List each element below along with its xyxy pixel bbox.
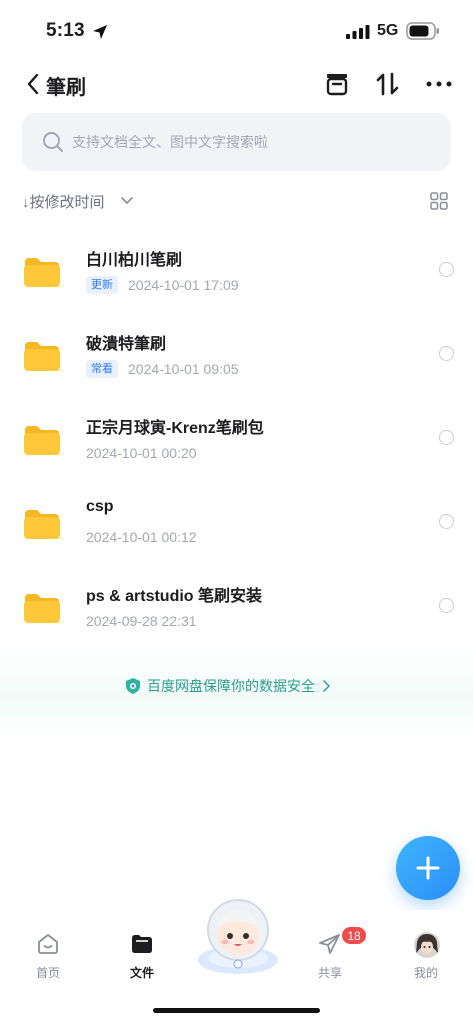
- file-list-item[interactable]: 正宗月球寅-Krenz笔刷包 2024-10-01 00:20: [0, 402, 473, 482]
- file-list-item[interactable]: 破潰特筆刷 常看 2024-10-01 09:05: [0, 318, 473, 398]
- folder-icon: [24, 426, 60, 455]
- file-name: 正宗月球寅-Krenz笔刷包: [86, 420, 264, 437]
- search-box[interactable]: [22, 113, 451, 171]
- tab-files[interactable]: 文件: [107, 930, 177, 990]
- signal-icon: [346, 25, 370, 39]
- file-modified-time: 2024-10-01 00:20: [86, 445, 197, 461]
- network-label: 5G: [377, 22, 399, 39]
- file-modified-time: 2024-10-01 09:05: [128, 361, 239, 377]
- select-radio[interactable]: [439, 346, 454, 361]
- status-bar: 5:13 5G: [0, 0, 473, 60]
- folder-icon: [132, 935, 152, 953]
- tab-label: 我的: [413, 966, 438, 980]
- file-modified-time: 2024-10-01 17:09: [128, 277, 239, 293]
- tab-label: 共享: [317, 966, 342, 980]
- paper-plane-icon: [319, 934, 340, 954]
- file-name: 破潰特筆刷: [86, 336, 167, 353]
- folder-icon: [24, 342, 60, 371]
- more-dots-icon[interactable]: [425, 70, 453, 98]
- sort-by-modified-button[interactable]: ↓按修改时间: [22, 191, 105, 212]
- file-name: 白川柏川笔刷: [86, 252, 183, 269]
- back-chevron-icon[interactable]: [24, 71, 42, 97]
- tab-home[interactable]: 首页: [13, 930, 83, 990]
- sort-arrows-icon[interactable]: [374, 70, 402, 98]
- status-time: 5:13: [46, 20, 85, 41]
- file-modified-time: 2024-10-01 00:12: [86, 529, 197, 545]
- battery-icon: [406, 22, 439, 40]
- file-modified-time: 2024-09-28 22:31: [86, 613, 197, 629]
- add-button[interactable]: [396, 836, 460, 900]
- avatar[interactable]: [414, 932, 440, 958]
- nav-header: 筆刷: [0, 62, 473, 106]
- select-radio[interactable]: [439, 430, 454, 445]
- file-list-item[interactable]: csp 2024-10-01 00:12: [0, 486, 473, 566]
- file-list-item[interactable]: 白川柏川笔刷 更新 2024-10-01 17:09: [0, 234, 473, 314]
- location-arrow-icon: [93, 25, 107, 39]
- security-text: 百度网盘保障你的数据安全: [147, 678, 315, 694]
- security-banner: 百度网盘保障你的数据安全: [0, 648, 473, 738]
- chevron-right-icon: [323, 680, 330, 692]
- sort-row: ↓按修改时间: [22, 188, 451, 214]
- select-radio[interactable]: [439, 262, 454, 277]
- home-smile-icon: [38, 934, 58, 954]
- file-name: ps & artstudio 笔刷安装: [86, 588, 263, 605]
- page-title: 筆刷: [46, 77, 86, 99]
- folder-icon: [24, 258, 60, 287]
- security-link[interactable]: 百度网盘保障你的数据安全: [125, 676, 331, 696]
- search-input[interactable]: [72, 113, 432, 171]
- select-radio[interactable]: [439, 598, 454, 613]
- select-radio[interactable]: [439, 514, 454, 529]
- shield-icon: [126, 678, 140, 694]
- chevron-down-icon[interactable]: [121, 196, 133, 206]
- file-badge: 常看: [86, 360, 118, 378]
- file-list-item[interactable]: ps & artstudio 笔刷安装 2024-09-28 22:31: [0, 570, 473, 650]
- archive-box-icon[interactable]: [323, 70, 351, 98]
- folder-icon: [24, 594, 60, 623]
- file-badge: 更新: [86, 276, 118, 294]
- plus-icon: [416, 856, 440, 880]
- tab-label: 首页: [35, 966, 60, 980]
- home-indicator: [153, 1008, 320, 1013]
- grid-view-icon[interactable]: [430, 192, 448, 210]
- file-name: csp: [86, 498, 114, 515]
- folder-icon: [24, 510, 60, 539]
- mascot-button[interactable]: [195, 894, 281, 976]
- share-count-badge: 18: [341, 926, 367, 945]
- tab-label: 文件: [129, 966, 154, 980]
- search-icon: [43, 132, 63, 152]
